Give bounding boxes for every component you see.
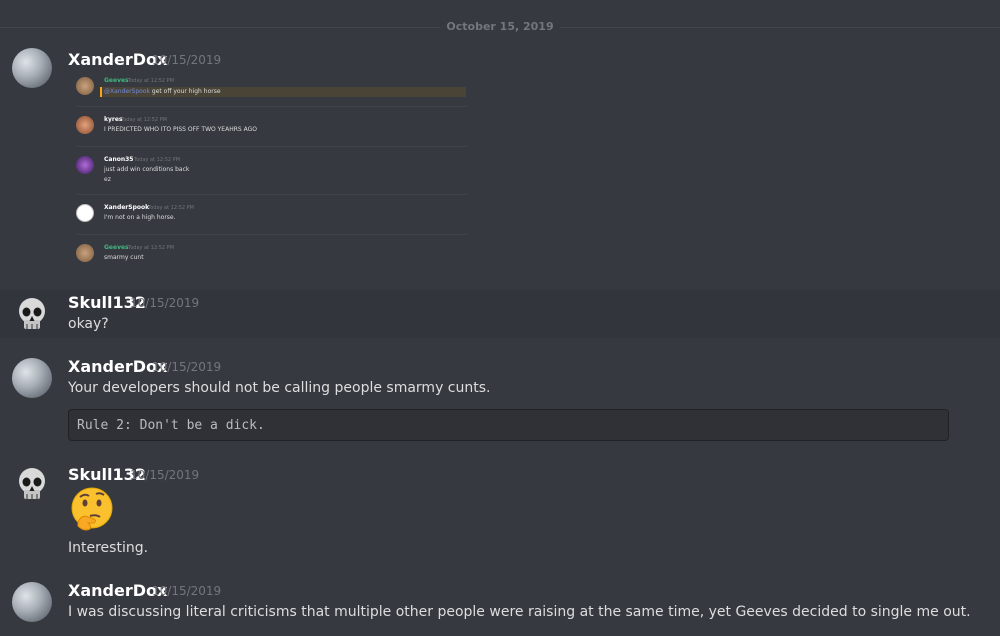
embed-message: Canon35 Today at 12:52 PM just add win c… <box>68 152 468 195</box>
embed-text: @XanderSpook get off your high horse <box>104 88 221 95</box>
user-mention: @XanderSpook <box>104 88 150 95</box>
avatar <box>76 156 94 174</box>
embed-separator <box>76 106 468 107</box>
date-divider-label: October 15, 2019 <box>440 20 560 33</box>
embed-timestamp: Today at 12:52 PM <box>148 205 194 211</box>
avatar <box>76 77 94 95</box>
avatar <box>76 244 94 262</box>
embed-username: Canon35 <box>104 156 134 163</box>
code-text: Rule 2: Don't be a dick. <box>77 418 265 433</box>
embed-text: ez <box>104 176 111 183</box>
embed-text: smarmy cunt <box>104 254 144 261</box>
avatar[interactable] <box>12 358 52 398</box>
embed-message: kyres Today at 12:52 PM I PREDICTED WHO … <box>68 112 468 147</box>
message[interactable]: Skull132 10/15/2019 okay? <box>0 290 1000 338</box>
embed-message: XanderSpook Today at 12:52 PM I'm not on… <box>68 200 468 235</box>
embed-timestamp: Today at 12:52 PM <box>121 117 167 123</box>
avatar[interactable] <box>12 294 52 334</box>
timestamp: 10/15/2019 <box>130 296 200 310</box>
avatar[interactable] <box>12 582 52 622</box>
avatar[interactable] <box>12 48 52 88</box>
embed-username: Geeves <box>104 244 129 251</box>
date-divider: October 15, 2019 <box>0 0 1000 33</box>
embed-username: Geeves <box>104 77 129 84</box>
thinking-face-icon <box>71 487 113 531</box>
embed-text-body: get off your high horse <box>150 88 221 95</box>
timestamp: 10/15/2019 <box>152 360 222 374</box>
message-text: I was discussing literal criticisms that… <box>68 604 971 620</box>
embed-separator <box>76 194 468 195</box>
message-text: Your developers should not be calling pe… <box>68 380 491 396</box>
code-block: Rule 2: Don't be a dick. <box>68 409 949 441</box>
embed-text: just add win conditions back <box>104 166 190 173</box>
embed-timestamp: Today at 12:52 PM <box>134 157 180 163</box>
avatar <box>76 204 94 222</box>
skull-icon <box>19 298 45 329</box>
message[interactable]: Skull132 10/15/2019 Interesting. <box>0 460 1000 566</box>
embedded-screenshot[interactable]: Geeves Today at 12:52 PM @XanderSpook ge… <box>68 72 468 272</box>
message-text: okay? <box>68 316 109 332</box>
avatar[interactable] <box>12 464 52 504</box>
embed-username: kyres <box>104 116 123 123</box>
embed-message: Geeves Today at 12:52 PM smarmy cunt <box>68 240 468 270</box>
timestamp: 10/15/2019 <box>152 584 222 598</box>
embed-separator <box>76 234 468 235</box>
timestamp: 10/15/2019 <box>130 468 200 482</box>
embed-message: Geeves Today at 12:52 PM @XanderSpook ge… <box>68 74 468 107</box>
embed-username: XanderSpook <box>104 204 150 211</box>
embed-timestamp: Today at 12:52 PM <box>128 245 174 251</box>
embed-text: I PREDICTED WHO ITO PISS OFF TWO YEAHRS … <box>104 126 257 133</box>
embed-timestamp: Today at 12:52 PM <box>128 78 174 84</box>
embed-text: I'm not on a high horse. <box>104 214 176 221</box>
message-text: Interesting. <box>68 540 149 556</box>
embed-separator <box>76 146 468 147</box>
timestamp: 10/15/2019 <box>152 53 222 67</box>
message[interactable]: XanderDox 10/15/2019 I was discussing li… <box>0 574 1000 636</box>
skull-icon <box>19 468 45 499</box>
avatar <box>76 116 94 134</box>
